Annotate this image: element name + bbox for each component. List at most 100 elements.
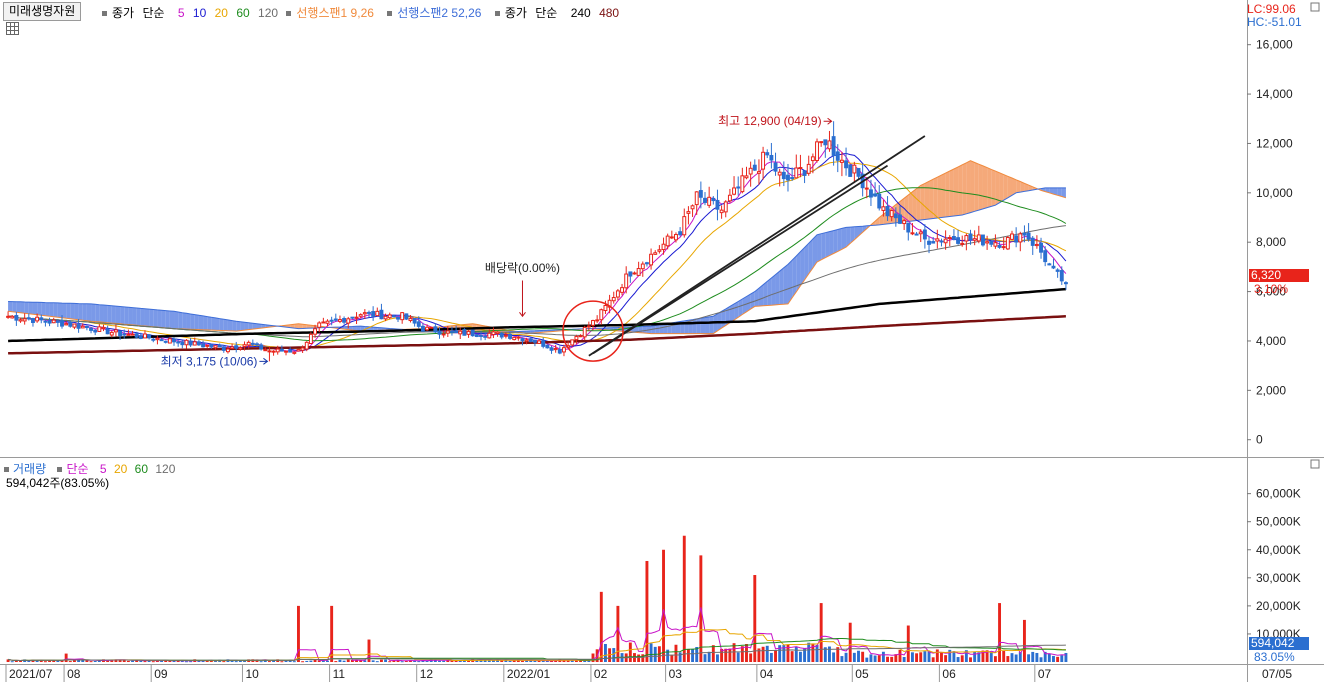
candle-body bbox=[653, 252, 658, 255]
ma240-legend: 240 bbox=[570, 6, 591, 20]
volume-bar bbox=[620, 653, 624, 662]
candle-body bbox=[727, 194, 732, 202]
grid-icon[interactable] bbox=[6, 22, 19, 35]
volume-bar bbox=[272, 659, 276, 662]
volume-bar bbox=[504, 659, 508, 662]
volume-bar bbox=[118, 660, 122, 662]
volume-bar bbox=[653, 646, 657, 662]
candle-body bbox=[391, 315, 396, 318]
long-ma-legend[interactable]: 종가 단순 bbox=[494, 6, 563, 20]
volume-bar bbox=[807, 642, 811, 662]
cloud-segment bbox=[912, 188, 917, 221]
volume-bar bbox=[944, 655, 948, 662]
volume-bar bbox=[247, 659, 251, 662]
cloud-segment bbox=[804, 243, 809, 280]
volume-bar bbox=[19, 660, 22, 662]
candle-body bbox=[64, 323, 69, 326]
stock-name-selector[interactable]: 미래생명자원 bbox=[3, 2, 82, 21]
volume-bar bbox=[110, 659, 114, 662]
ma-legend[interactable]: 종가 단순 bbox=[102, 6, 170, 20]
volume-bar bbox=[189, 661, 193, 663]
candle-body bbox=[155, 337, 160, 341]
cloud-segment bbox=[518, 331, 523, 333]
candle-body bbox=[167, 338, 172, 344]
volume-bar bbox=[1052, 655, 1055, 662]
candle-body bbox=[371, 311, 376, 317]
volume-bar bbox=[255, 659, 259, 662]
volume-bar bbox=[346, 659, 350, 662]
cloud-segment bbox=[406, 329, 411, 331]
ma60-legend: 60 bbox=[236, 6, 250, 20]
volume-bar bbox=[164, 660, 168, 662]
volume-bar bbox=[392, 660, 396, 662]
cloud-segment bbox=[638, 326, 643, 333]
cloud-segment bbox=[489, 326, 494, 333]
volume-bar bbox=[234, 661, 238, 663]
volume-bar bbox=[1047, 653, 1051, 662]
volume-bar bbox=[628, 642, 632, 662]
candle-body bbox=[524, 339, 529, 342]
volume-bar bbox=[993, 656, 997, 662]
cloud-segment bbox=[891, 204, 896, 224]
cloud-segment bbox=[460, 324, 465, 334]
cloud-segment bbox=[381, 327, 386, 331]
volume-bar bbox=[409, 660, 412, 662]
volume-bar bbox=[682, 535, 686, 662]
volume-bar bbox=[81, 659, 85, 662]
cloud-segment bbox=[302, 324, 307, 329]
volume-bar bbox=[433, 659, 437, 662]
volume-bar bbox=[861, 651, 865, 662]
cloud-segment bbox=[688, 319, 693, 334]
cloud-segment bbox=[568, 329, 573, 331]
candle-body bbox=[902, 220, 907, 225]
volume-bar bbox=[1027, 654, 1031, 662]
cloud-segment bbox=[62, 303, 67, 319]
candle-body bbox=[748, 167, 753, 175]
volume-bar bbox=[68, 661, 72, 663]
span2-legend[interactable]: 선행스팬2 52,26 bbox=[387, 6, 486, 20]
volume-bar bbox=[77, 659, 81, 662]
candle-body bbox=[267, 350, 272, 353]
volume-bar bbox=[475, 660, 479, 662]
candle-body bbox=[35, 316, 40, 322]
cloud-segment bbox=[866, 224, 871, 229]
volume-bar bbox=[641, 654, 645, 662]
month-label: 02 bbox=[594, 667, 608, 681]
candle-body bbox=[781, 171, 786, 180]
volume-ma60-line bbox=[7, 638, 1066, 662]
cloud-segment bbox=[277, 325, 282, 327]
candle-body bbox=[947, 236, 952, 239]
candle-body bbox=[935, 238, 940, 242]
cloud-segment bbox=[1028, 185, 1033, 191]
chart-canvas[interactable]: 02,0004,0006,0008,00010,00012,00014,0001… bbox=[0, 0, 1324, 682]
volume-bar bbox=[263, 659, 267, 662]
cloud-segment bbox=[862, 225, 867, 233]
volume-bar bbox=[500, 660, 504, 662]
cloud-segment bbox=[555, 329, 560, 332]
cloud-segment bbox=[115, 306, 121, 324]
volume-bar bbox=[168, 660, 172, 662]
vma120-legend: 120 bbox=[155, 462, 176, 476]
candle-body bbox=[644, 262, 649, 265]
volume-bar bbox=[562, 660, 566, 662]
cloud-segment bbox=[937, 175, 942, 219]
volume-bar bbox=[359, 660, 363, 662]
cloud-segment bbox=[468, 323, 473, 334]
cloud-segment bbox=[908, 191, 913, 222]
candle-body bbox=[250, 342, 255, 345]
volume-bar bbox=[284, 660, 288, 662]
candle-body bbox=[682, 216, 687, 236]
cloud-segment bbox=[987, 167, 992, 208]
cloud-segment bbox=[211, 317, 216, 331]
volume-bar bbox=[388, 661, 392, 663]
span1-legend[interactable]: 선행스팬1 9,26 bbox=[286, 6, 379, 20]
candle-body bbox=[756, 171, 761, 174]
volume-bar bbox=[525, 659, 529, 662]
candle-body bbox=[279, 348, 284, 352]
volume-bar bbox=[794, 646, 798, 662]
volume-bar bbox=[214, 660, 217, 662]
ma5-line bbox=[8, 144, 1067, 352]
cloud-segment bbox=[904, 195, 909, 222]
cloud-segment bbox=[82, 303, 87, 321]
candle-body bbox=[761, 151, 766, 170]
